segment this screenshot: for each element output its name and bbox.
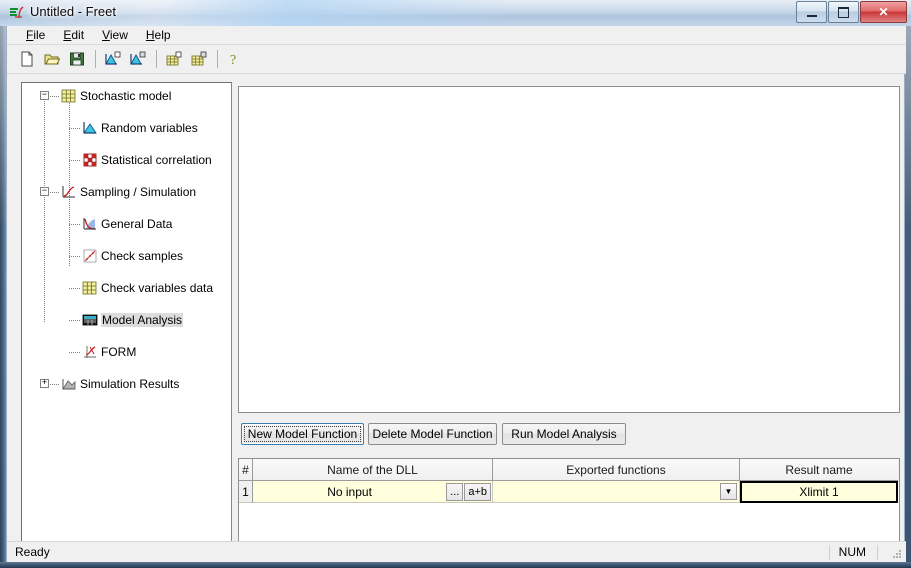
application-window: Untitled - Freet ✕ File Edit View Help ?… [0,0,911,568]
random-variables-add-icon[interactable] [101,48,125,71]
tree-label-form: FORM [101,345,137,359]
table-row[interactable]: 1 No input ... a+b ▼ Xlimit 1 [239,481,899,503]
tree-node-random-variables[interactable]: Random variables [22,104,231,135]
status-message: Ready [15,545,50,559]
tree-node-model-analysis[interactable]: Model Analysis [22,200,231,327]
chevron-down-icon[interactable]: ▼ [720,483,737,500]
tree-node-simulation-results[interactable]: + Simulation Results [22,232,231,391]
dll-browse-button[interactable]: ... [446,482,464,501]
freet-app-icon [9,5,25,21]
status-separator [877,545,878,560]
tree-label-stochastic-model: Stochastic model [80,89,172,103]
form-axes-icon [82,344,98,360]
toolbar-divider [7,73,906,74]
model-function-display-panel[interactable] [238,86,900,413]
minimize-button[interactable] [796,1,827,23]
navigation-tree-panel[interactable]: − Stochastic model Random variables Stat… [21,82,232,559]
new-document-icon[interactable] [15,48,39,71]
help-question-icon[interactable]: ? [223,48,247,71]
tree-node-stochastic-model[interactable]: − Stochastic model [22,88,231,104]
toolbar: ? [7,45,906,73]
title-bar[interactable]: Untitled - Freet ✕ [0,0,911,26]
tree-connector [69,288,81,289]
menu-item-file[interactable]: File [17,26,54,44]
menu-item-view[interactable]: View [93,26,137,44]
resize-grip-icon[interactable] [891,548,903,560]
table-header-row: # Name of the DLL Exported functions Res… [239,459,899,481]
save-disk-icon[interactable] [65,48,89,71]
status-badge-num: NUM [838,545,866,559]
tree-node-general-data[interactable]: General Data [22,152,231,231]
window-controls: ✕ [795,1,907,23]
menu-rest-help: elp [154,28,171,42]
tree-label-model-analysis: Model Analysis [101,313,184,327]
menu-bar: File Edit View Help [7,26,906,45]
window-bottom-frame [0,562,911,568]
menu-accel-view: V [102,28,110,42]
status-separator [829,545,830,560]
table-cell-index: 1 [239,481,253,503]
toolbar-separator [95,50,96,68]
dll-expression-button[interactable]: a+b [464,482,491,501]
tree-node-form[interactable]: FORM [22,216,231,359]
menu-rest-file: ile [33,28,46,42]
maximize-button[interactable] [828,1,859,23]
tree-label-check-variables-data: Check variables data [101,281,214,295]
table-cell-dll-value: No input [327,484,372,499]
tree-label-simulation-results: Simulation Results [80,377,180,391]
status-bar: Ready NUM [7,541,906,562]
grid-add-icon[interactable] [162,48,186,71]
tree-node-check-samples[interactable]: Check samples [22,168,231,263]
open-folder-icon[interactable] [40,48,64,71]
focus-ring [244,426,361,442]
monitor-table-icon [82,312,98,328]
tree-connector [69,256,81,257]
delete-model-function-label: Delete Model Function [372,427,493,441]
navigation-tree: − Stochastic model Random variables Stat… [22,83,231,391]
menu-item-edit[interactable]: Edit [54,26,93,44]
window-title: Untitled - Freet [30,4,116,19]
random-variables-edit-icon[interactable] [126,48,150,71]
tree-node-sampling-simulation[interactable]: − Sampling / Simulation [22,136,231,199]
table-cell-exported-functions[interactable]: ▼ [493,481,740,503]
tree-connector [50,96,60,97]
svg-text:?: ? [230,53,236,67]
run-model-analysis-button[interactable]: Run Model Analysis [502,423,626,445]
close-icon: ✕ [878,5,889,19]
toolbar-separator [156,50,157,68]
delete-model-function-button[interactable]: Delete Model Function [368,423,497,445]
tree-connector [50,384,60,385]
gray-histogram-icon [61,376,77,392]
new-model-function-button[interactable]: New Model Function [241,423,364,445]
menu-item-help[interactable]: Help [137,26,180,44]
tree-label-check-samples: Check samples [101,249,184,263]
close-button[interactable]: ✕ [860,1,907,23]
tree-node-statistical-correlation[interactable]: Statistical correlation [22,120,231,167]
table-cell-result-name[interactable]: Xlimit 1 [740,481,898,503]
grid-edit-icon[interactable] [187,48,211,71]
yellow-grid-icon [61,88,77,104]
run-model-analysis-label: Run Model Analysis [511,427,617,441]
table-cell-dll[interactable]: No input ... a+b [253,481,493,503]
scatter-line-icon [82,248,98,264]
table-header-exported[interactable]: Exported functions [493,459,740,481]
model-function-action-bar: New Model Function Delete Model Function… [238,418,900,446]
menu-rest-view: iew [109,28,128,42]
menu-accel-help: H [145,28,155,42]
client-area: File Edit View Help ? − Stochastic model… [6,26,906,562]
menu-rest-edit: dit [71,28,85,42]
table-header-dll[interactable]: Name of the DLL [253,459,493,481]
toolbar-separator [217,50,218,68]
yellow-grid-icon [82,280,98,296]
tree-expander-icon[interactable]: − [40,91,49,100]
tree-expander-icon[interactable]: + [40,379,49,388]
table-header-index[interactable]: # [239,459,253,481]
tree-connector [69,352,81,353]
table-header-result[interactable]: Result name [740,459,898,481]
tree-connector [69,320,81,321]
tree-node-check-variables-data[interactable]: Check variables data [22,184,231,295]
